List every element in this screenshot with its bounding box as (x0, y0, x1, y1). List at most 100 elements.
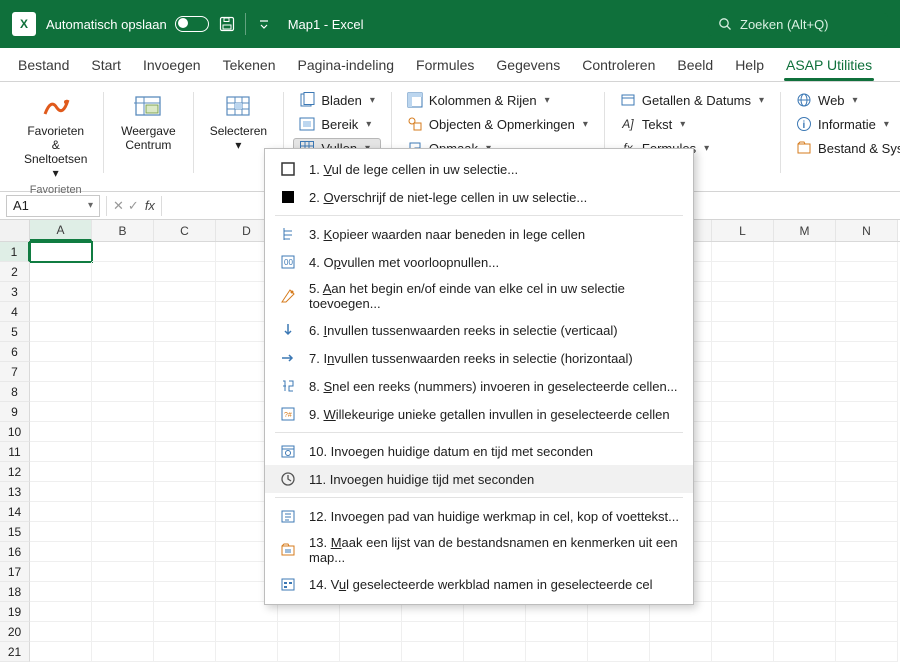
cell[interactable] (712, 602, 774, 622)
cell[interactable] (712, 422, 774, 442)
cell[interactable] (402, 602, 464, 622)
cell[interactable] (836, 422, 898, 442)
cell[interactable] (712, 522, 774, 542)
cell[interactable] (836, 642, 898, 662)
cell[interactable] (92, 422, 154, 442)
cell[interactable] (774, 522, 836, 542)
cell[interactable] (402, 642, 464, 662)
menu-item-5[interactable]: 5. Aan het begin en/of einde van elke ce… (265, 276, 693, 316)
cmd-bereik[interactable]: Bereik▾ (293, 114, 381, 134)
cell[interactable] (154, 482, 216, 502)
tab-controleren[interactable]: Controleren (572, 51, 665, 81)
cell[interactable] (774, 322, 836, 342)
cmd-bladen[interactable]: Bladen▾ (293, 90, 381, 110)
row-header[interactable]: 7 (0, 362, 30, 382)
cell[interactable] (774, 302, 836, 322)
fx-icon[interactable]: fx (145, 198, 155, 213)
cmd-bestand-systeem[interactable]: Bestand & Systeem▾ (790, 138, 900, 158)
cell[interactable] (774, 422, 836, 442)
cell[interactable] (402, 622, 464, 642)
cell[interactable] (464, 642, 526, 662)
menu-item-11[interactable]: 11. Invoegen huidige tijd met seconden (265, 465, 693, 493)
cell[interactable] (30, 562, 92, 582)
cell[interactable] (836, 582, 898, 602)
cell[interactable] (774, 242, 836, 262)
cell[interactable] (92, 282, 154, 302)
column-header[interactable]: C (154, 220, 216, 241)
column-header[interactable]: M (774, 220, 836, 241)
tab-formules[interactable]: Formules (406, 51, 484, 81)
menu-item-6[interactable]: 6. Invullen tussenwaarden reeks in selec… (265, 316, 693, 344)
cell[interactable] (774, 462, 836, 482)
qat-customize-icon[interactable] (256, 16, 272, 32)
cell[interactable] (154, 582, 216, 602)
cell[interactable] (30, 502, 92, 522)
cell[interactable] (774, 282, 836, 302)
cell[interactable] (92, 502, 154, 522)
cell[interactable] (650, 622, 712, 642)
cell[interactable] (836, 562, 898, 582)
cell[interactable] (30, 322, 92, 342)
cell[interactable] (526, 622, 588, 642)
cell[interactable] (154, 522, 216, 542)
cell[interactable] (774, 582, 836, 602)
cell[interactable] (836, 602, 898, 622)
cell[interactable] (774, 482, 836, 502)
cell[interactable] (774, 542, 836, 562)
cell[interactable] (92, 322, 154, 342)
cmd-web[interactable]: Web▾ (790, 90, 900, 110)
cell[interactable] (154, 302, 216, 322)
cell[interactable] (836, 462, 898, 482)
cell[interactable] (92, 582, 154, 602)
cell[interactable] (154, 282, 216, 302)
row-header[interactable]: 13 (0, 482, 30, 502)
cell[interactable] (154, 602, 216, 622)
cell[interactable] (278, 602, 340, 622)
cell[interactable] (30, 622, 92, 642)
cell[interactable] (836, 482, 898, 502)
cell[interactable] (340, 622, 402, 642)
cell[interactable] (216, 602, 278, 622)
cell[interactable] (30, 402, 92, 422)
row-header[interactable]: 5 (0, 322, 30, 342)
row-header[interactable]: 2 (0, 262, 30, 282)
cell[interactable] (712, 322, 774, 342)
autosave-toggle[interactable] (175, 16, 209, 32)
cell[interactable] (30, 582, 92, 602)
menu-item-14[interactable]: 14. Vul geselecteerde werkblad namen in … (265, 570, 693, 598)
cell[interactable] (92, 562, 154, 582)
row-header[interactable]: 18 (0, 582, 30, 602)
cmd-objecten-opmerkingen[interactable]: Objecten & Opmerkingen▾ (401, 114, 594, 134)
cell[interactable] (712, 642, 774, 662)
row-header[interactable]: 20 (0, 622, 30, 642)
chevron-down-icon[interactable]: ▾ (88, 200, 93, 211)
cell[interactable] (30, 642, 92, 662)
cell[interactable] (774, 602, 836, 622)
cell[interactable] (92, 342, 154, 362)
cell[interactable] (154, 502, 216, 522)
search-box[interactable]: Zoeken (Alt+Q) (708, 13, 888, 36)
cell[interactable] (712, 282, 774, 302)
cell[interactable] (712, 582, 774, 602)
cmd-kolommen-rijen[interactable]: Kolommen & Rijen▾ (401, 90, 594, 110)
tab-gegevens[interactable]: Gegevens (486, 51, 570, 81)
cell[interactable] (30, 482, 92, 502)
cell[interactable] (774, 402, 836, 422)
row-header[interactable]: 21 (0, 642, 30, 662)
cell[interactable] (836, 262, 898, 282)
cell[interactable] (278, 642, 340, 662)
cell[interactable] (712, 462, 774, 482)
tab-asap-utilities[interactable]: ASAP Utilities (776, 51, 882, 81)
cell[interactable] (154, 362, 216, 382)
cell[interactable] (836, 402, 898, 422)
cell[interactable] (30, 362, 92, 382)
cell[interactable] (92, 482, 154, 502)
cell[interactable] (340, 642, 402, 662)
column-header[interactable]: N (836, 220, 898, 241)
cell[interactable] (154, 542, 216, 562)
cell[interactable] (774, 562, 836, 582)
cell[interactable] (30, 262, 92, 282)
cancel-icon[interactable]: ✕ (113, 198, 124, 214)
cell[interactable] (774, 642, 836, 662)
cell[interactable] (154, 462, 216, 482)
